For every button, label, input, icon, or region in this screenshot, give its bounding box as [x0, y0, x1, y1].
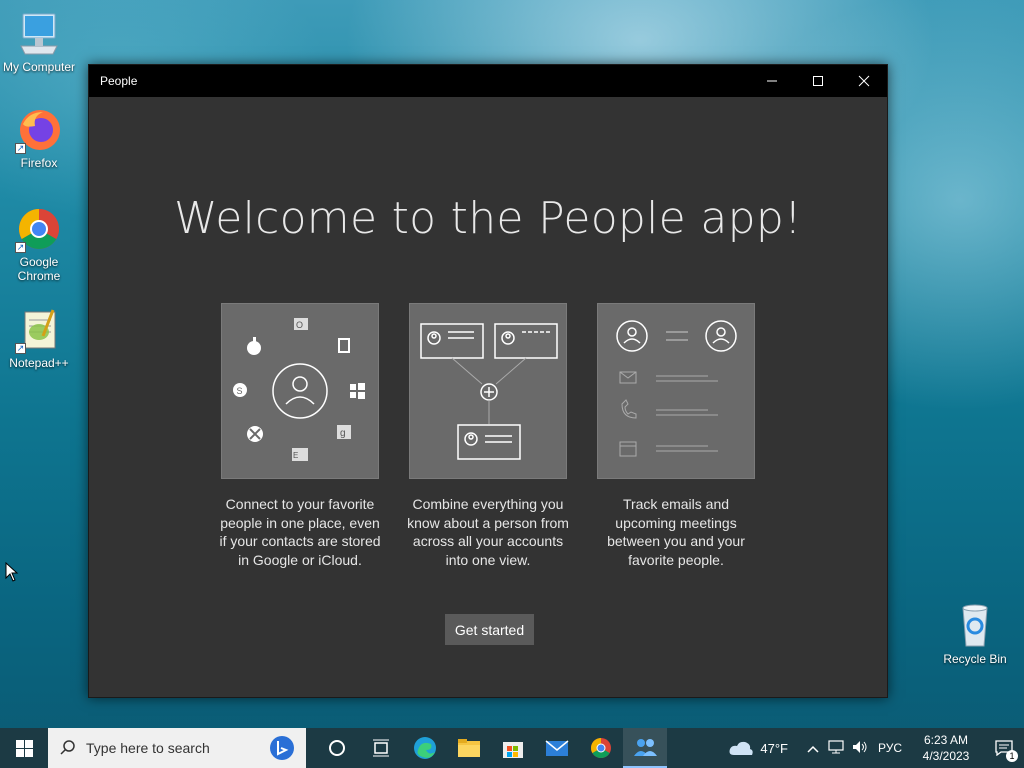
calendar-icon: [619, 441, 637, 457]
microsoft-store-taskbar-button[interactable]: [491, 728, 535, 768]
combine-illustration: [409, 303, 567, 479]
plus-circle-icon: [480, 383, 498, 401]
folder-icon: [458, 739, 480, 757]
person-circle-icon: [272, 363, 328, 419]
people-icon: [634, 739, 657, 756]
track-illustration: [597, 303, 755, 479]
taskbar-clock[interactable]: 6:23 AM 4/3/2023: [908, 732, 984, 764]
svg-text:S: S: [237, 386, 243, 396]
notification-badge: 1: [1006, 750, 1018, 762]
minimize-icon: [767, 80, 777, 82]
contact-card-icon: [420, 323, 484, 359]
welcome-heading: Welcome to the People app!: [173, 193, 803, 244]
edge-icon: [414, 737, 436, 759]
connect-illustration: O S g E: [221, 303, 379, 479]
clock-date: 4/3/2023: [922, 749, 970, 763]
task-view-icon: [373, 739, 389, 757]
taskbar-search-box[interactable]: Type here to search: [48, 728, 306, 768]
contact-card-icon: [494, 323, 558, 359]
search-placeholder: Type here to search: [86, 740, 210, 756]
get-started-button[interactable]: Get started: [445, 614, 534, 645]
mail-taskbar-button[interactable]: [535, 728, 579, 768]
speaker-icon: [853, 740, 867, 753]
bing-icon[interactable]: [268, 734, 296, 762]
taskbar: Type here to search 47°F РУС 6:23 AM 4/3…: [0, 728, 1024, 768]
edge-taskbar-button[interactable]: [403, 728, 447, 768]
swap-arrows-icon: [666, 331, 688, 341]
xbox-icon: [247, 426, 263, 442]
cortana-button[interactable]: [315, 728, 359, 768]
minimize-button[interactable]: [749, 65, 795, 97]
desktop-icon-label: Firefox: [20, 156, 58, 170]
system-tray: 47°F РУС 6:23 AM 4/3/2023 1: [728, 728, 1024, 768]
windows-icon: [350, 383, 365, 399]
close-icon: [858, 75, 870, 87]
desktop-icon-firefox[interactable]: ↗ Firefox: [1, 106, 77, 170]
people-taskbar-button[interactable]: [623, 728, 667, 768]
desktop-icon-my-computer[interactable]: My Computer: [1, 10, 77, 74]
person-circle-icon: [705, 320, 737, 352]
close-button[interactable]: [841, 65, 887, 97]
volume-button[interactable]: [848, 740, 872, 757]
task-view-button[interactable]: [359, 728, 403, 768]
desktop-icon-google-chrome[interactable]: ↗ Google Chrome: [1, 205, 77, 283]
desktop-icon-recycle-bin[interactable]: Recycle Bin: [937, 602, 1013, 666]
merged-contact-card-icon: [457, 424, 521, 460]
connect-description: Connect to your favorite people in one p…: [219, 496, 381, 568]
chevron-up-icon: [807, 745, 819, 753]
desktop-icon-label: Notepad++: [9, 356, 69, 370]
exchange-icon: E: [292, 448, 308, 461]
svg-text:g: g: [340, 428, 346, 439]
person-circle-icon: [616, 320, 648, 352]
weather-widget[interactable]: 47°F: [728, 739, 788, 757]
input-language-indicator[interactable]: РУС: [872, 741, 908, 755]
show-hidden-icons-button[interactable]: [802, 741, 824, 756]
mail-icon: [619, 371, 637, 384]
shortcut-arrow-icon: ↗: [15, 343, 26, 354]
file-explorer-taskbar-button[interactable]: [447, 728, 491, 768]
chrome-taskbar-button[interactable]: [579, 728, 623, 768]
network-button[interactable]: [824, 739, 848, 757]
mouse-cursor-icon: [5, 561, 19, 587]
desktop-icon-label: Recycle Bin: [943, 652, 1007, 666]
maximize-icon: [813, 76, 823, 86]
title-bar[interactable]: People: [89, 65, 887, 97]
weather-temperature: 47°F: [760, 740, 788, 756]
window-content: Welcome to the People app! O S g E Conne…: [89, 97, 887, 699]
svg-text:E: E: [293, 451, 298, 460]
computer-icon: [15, 10, 63, 58]
windows-logo-icon: [15, 739, 33, 757]
window-title: People: [100, 74, 138, 88]
firefox-icon: ↗: [15, 106, 63, 154]
track-description: Track emails and upcoming meetings betwe…: [607, 496, 745, 568]
search-icon: [60, 740, 75, 755]
desktop-icon-label: Google Chrome: [17, 255, 61, 283]
google-icon: g: [337, 425, 351, 439]
combine-description: Combine everything you know about a pers…: [407, 496, 569, 568]
desktop-icon-notepadpp[interactable]: ↗ Notepad++: [1, 306, 77, 370]
store-icon: [503, 742, 523, 758]
cortana-circle-icon: [329, 740, 345, 756]
desktop-icon-label: My Computer: [2, 60, 76, 74]
office-icon: [338, 338, 350, 353]
shortcut-arrow-icon: ↗: [15, 242, 26, 253]
maximize-button[interactable]: [795, 65, 841, 97]
network-icon: [828, 739, 844, 753]
svg-text:O: O: [296, 320, 303, 330]
skype-icon: S: [233, 383, 247, 397]
clock-time: 6:23 AM: [923, 733, 969, 747]
notepadpp-icon: ↗: [15, 306, 63, 354]
outlook-icon: O: [294, 318, 308, 330]
mail-app-icon: [545, 740, 569, 756]
shortcut-arrow-icon: ↗: [15, 143, 26, 154]
phone-icon: [621, 399, 637, 419]
start-button[interactable]: [0, 728, 48, 768]
apple-icon: [247, 337, 261, 355]
action-center-button[interactable]: 1: [984, 728, 1024, 768]
chrome-icon: ↗: [15, 205, 63, 253]
cloud-icon: [729, 741, 754, 755]
people-app-window: People Welcome to the People app! O S g …: [88, 64, 888, 698]
recycle-bin-icon: [951, 602, 999, 650]
chrome-icon: [591, 738, 611, 758]
